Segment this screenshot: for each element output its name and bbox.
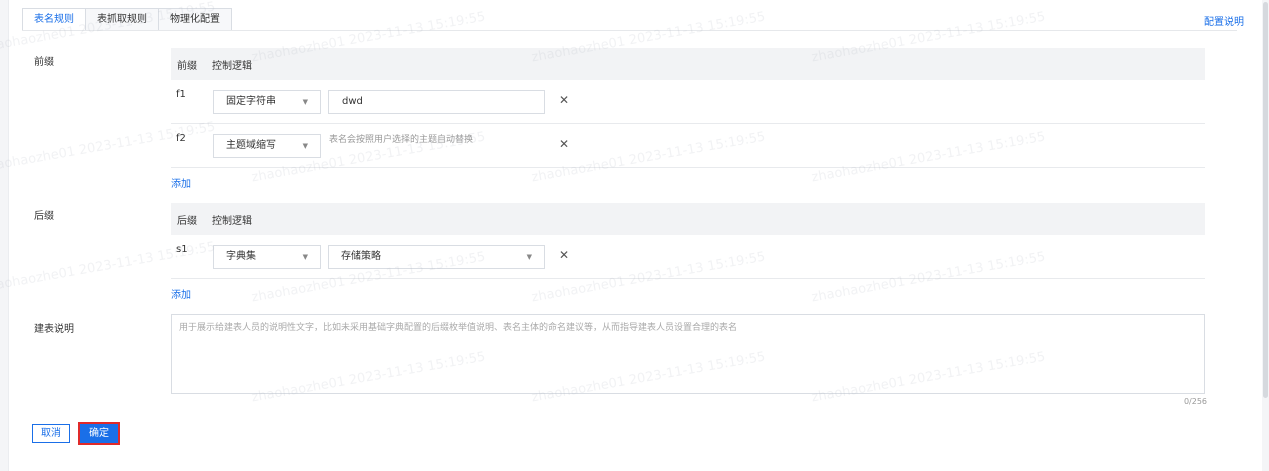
select-value: 字典集 [226, 251, 256, 262]
chevron-down-icon: ▼ [526, 253, 532, 261]
vertical-scrollbar[interactable] [1262, 0, 1269, 471]
row-id: f1 [176, 89, 186, 100]
rule-type-select[interactable]: 主题域缩写 ▼ [213, 134, 321, 158]
tab-divider [22, 30, 1237, 31]
tab-table-name-rules[interactable]: 表名规则 [22, 8, 86, 31]
description-textarea[interactable]: 用于展示给建表人员的说明性文字，比如未采用基础字典配置的后缀枚举值说明、表名主体… [171, 314, 1205, 394]
prefix-column-header: 前缀 [177, 60, 197, 72]
dictionary-value-select[interactable]: 存储策略 ▼ [328, 245, 545, 269]
suffix-column-header: 后缀 [177, 215, 197, 227]
close-icon[interactable]: ✕ [559, 94, 569, 106]
prefix-table: 前缀 控制逻辑 f1 固定字符串 ▼ dwd ✕ f2 主题域缩写 ▼ 表名会按… [171, 48, 1205, 168]
rule-type-select[interactable]: 固定字符串 ▼ [213, 90, 321, 114]
cancel-button[interactable]: 取消 [32, 424, 70, 443]
textarea-placeholder: 用于展示给建表人员的说明性文字，比如未采用基础字典配置的后缀枚举值说明、表名主体… [179, 323, 738, 333]
suffix-label: 后缀 [34, 211, 54, 222]
add-suffix-link[interactable]: 添加 [171, 286, 191, 301]
chevron-down-icon: ▼ [302, 253, 308, 261]
auto-replace-hint: 表名会按照用户选择的主题自动替换 [329, 135, 474, 145]
table-row: s1 字典集 ▼ 存储策略 ▼ ✕ [171, 235, 1205, 279]
rule-type-select[interactable]: 字典集 ▼ [213, 245, 321, 269]
description-label: 建表说明 [34, 324, 74, 335]
add-prefix-link[interactable]: 添加 [171, 175, 191, 190]
suffix-table: 后缀 控制逻辑 s1 字典集 ▼ 存储策略 ▼ ✕ [171, 203, 1205, 279]
row-id: f2 [176, 133, 186, 144]
prefix-label: 前缀 [34, 57, 54, 68]
select-value: 固定字符串 [226, 96, 276, 107]
input-value: dwd [342, 96, 363, 107]
row-id: s1 [176, 244, 188, 255]
prefix-table-header: 前缀 控制逻辑 [171, 48, 1205, 80]
table-row: f2 主题域缩写 ▼ 表名会按照用户选择的主题自动替换 ✕ [171, 124, 1205, 168]
chevron-down-icon: ▼ [302, 98, 308, 106]
confirm-button[interactable]: 确定 [78, 422, 120, 445]
scrollbar-thumb[interactable] [1263, 2, 1268, 398]
logic-column-header: 控制逻辑 [212, 60, 252, 72]
select-value: 主题域缩写 [226, 140, 276, 151]
select-value: 存储策略 [341, 251, 381, 262]
table-row: f1 固定字符串 ▼ dwd ✕ [171, 80, 1205, 124]
close-icon[interactable]: ✕ [559, 138, 569, 150]
tab-physical-config[interactable]: 物理化配置 [158, 8, 232, 31]
close-icon[interactable]: ✕ [559, 249, 569, 261]
left-panel-edge [0, 0, 9, 471]
char-counter: 0/256 [1183, 397, 1207, 406]
tab-bar: 表名规则 表抓取规则 物理化配置 [22, 8, 232, 31]
chevron-down-icon: ▼ [302, 142, 308, 150]
logic-column-header: 控制逻辑 [212, 215, 252, 227]
rule-value-input[interactable]: dwd [328, 90, 545, 114]
tab-table-crawl-rules[interactable]: 表抓取规则 [85, 8, 159, 31]
suffix-table-header: 后缀 控制逻辑 [171, 203, 1205, 235]
config-help-link[interactable]: 配置说明 [1204, 13, 1244, 28]
